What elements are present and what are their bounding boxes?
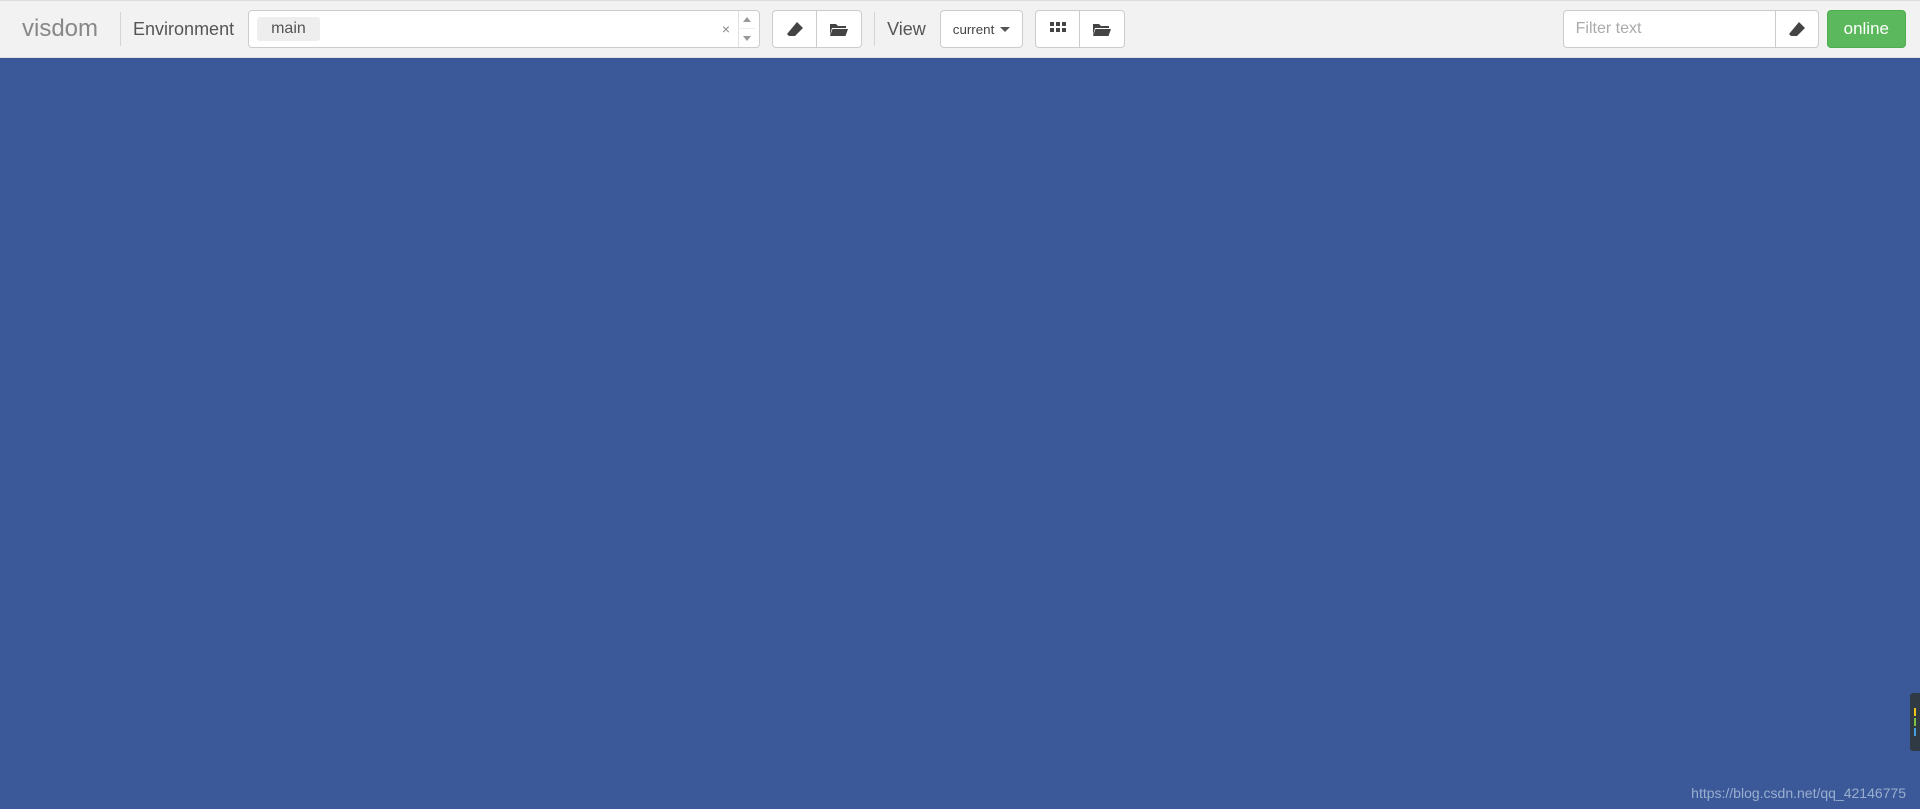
environment-action-group bbox=[772, 10, 862, 48]
environment-tag[interactable]: main bbox=[257, 17, 320, 41]
connection-status-label: online bbox=[1844, 19, 1889, 39]
connection-status-button[interactable]: online bbox=[1827, 10, 1906, 48]
view-label: View bbox=[887, 19, 930, 40]
filter-input[interactable] bbox=[1563, 10, 1775, 48]
caret-up-icon[interactable] bbox=[739, 11, 755, 29]
environment-clear-button-eraser[interactable] bbox=[772, 10, 816, 48]
plots-canvas bbox=[0, 58, 1920, 809]
view-repack-button[interactable] bbox=[1035, 10, 1079, 48]
view-action-group bbox=[1035, 10, 1125, 48]
top-navbar: visdom Environment main × View curr bbox=[0, 0, 1920, 58]
folder-open-icon bbox=[829, 22, 849, 37]
eraser-icon bbox=[1788, 21, 1806, 37]
brand-title: visdom bbox=[14, 15, 108, 43]
eraser-icon bbox=[786, 21, 804, 37]
filter-group bbox=[1563, 10, 1819, 48]
watermark-text: https://blog.csdn.net/qq_42146775 bbox=[1691, 785, 1906, 801]
divider bbox=[120, 12, 121, 46]
chevron-down-icon bbox=[1000, 27, 1010, 32]
filter-row: online bbox=[1563, 10, 1906, 48]
view-manage-button[interactable] bbox=[1079, 10, 1125, 48]
folder-open-icon bbox=[1092, 22, 1112, 37]
caret-down-icon[interactable] bbox=[739, 29, 755, 47]
environment-manage-button[interactable] bbox=[816, 10, 862, 48]
side-gadget[interactable] bbox=[1910, 693, 1920, 751]
divider bbox=[874, 12, 875, 46]
view-select-dropdown[interactable]: current bbox=[940, 10, 1023, 48]
filter-clear-button[interactable] bbox=[1775, 10, 1819, 48]
environment-spinner bbox=[738, 11, 755, 47]
environment-label: Environment bbox=[133, 19, 238, 40]
grid-icon bbox=[1050, 22, 1066, 36]
environment-select[interactable]: main × bbox=[248, 10, 760, 48]
environment-clear-button[interactable]: × bbox=[714, 21, 738, 37]
view-selected-value: current bbox=[953, 22, 994, 37]
